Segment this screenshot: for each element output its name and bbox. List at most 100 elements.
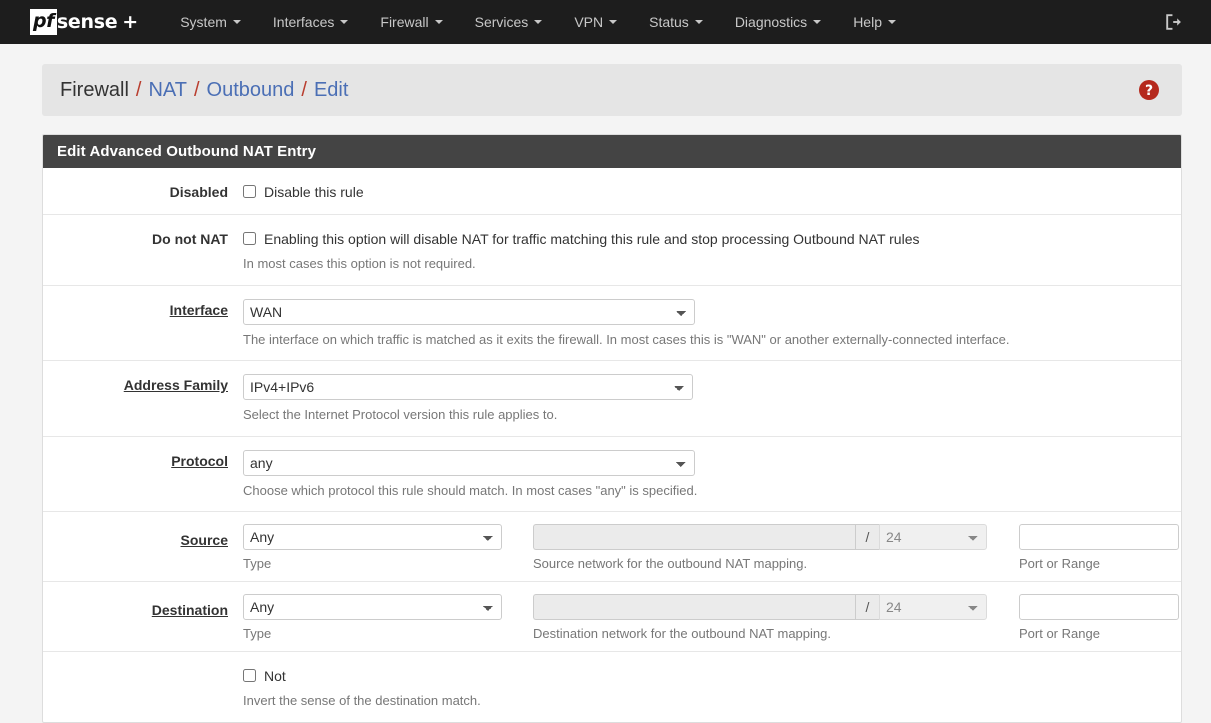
row-protocol: Protocol any Choose which protocol this … bbox=[43, 437, 1181, 513]
breadcrumb: Firewall / NAT / Outbound / Edit ? bbox=[42, 64, 1182, 116]
help-circle-icon[interactable]: ? bbox=[1138, 79, 1160, 101]
nav-item-status[interactable]: Status bbox=[633, 14, 719, 30]
control-address-family: IPv4+IPv6 Select the Internet Protocol v… bbox=[243, 374, 1181, 424]
protocol-select[interactable]: any bbox=[243, 450, 695, 476]
top-navbar: pfsense+ System Interfaces Firewall Serv… bbox=[0, 0, 1211, 44]
control-protocol: any Choose which protocol this rule shou… bbox=[243, 450, 1181, 500]
disable-rule-checkbox[interactable] bbox=[243, 185, 256, 198]
not-checkline: Not bbox=[243, 665, 1167, 686]
label-not-spacer bbox=[43, 665, 243, 710]
source-network-cell: / 24 Source network for the outbound NAT… bbox=[533, 524, 1019, 571]
source-port-cell: Port or Range bbox=[1019, 524, 1182, 571]
source-type-select[interactable]: Any bbox=[243, 524, 502, 550]
outbound-nat-edit-panel: Edit Advanced Outbound NAT Entry Disable… bbox=[42, 134, 1182, 723]
destination-port-cell: Port or Range bbox=[1019, 594, 1182, 641]
not-checkbox[interactable] bbox=[243, 669, 256, 682]
nav-item-system[interactable]: System bbox=[164, 14, 257, 30]
breadcrumb-separator: / bbox=[301, 79, 307, 102]
address-family-help: Select the Internet Protocol version thi… bbox=[243, 406, 1167, 424]
row-disabled: Disabled Disable this rule bbox=[43, 168, 1181, 215]
destination-network-cell: / 24 Destination network for the outboun… bbox=[533, 594, 1019, 641]
breadcrumb-container: Firewall / NAT / Outbound / Edit ? bbox=[0, 44, 1211, 116]
row-source: Source Any Type / 24 bbox=[43, 512, 1181, 582]
source-port-input[interactable] bbox=[1019, 524, 1179, 550]
label-destination: Destination bbox=[43, 594, 243, 641]
label-protocol: Protocol bbox=[43, 450, 243, 469]
pfsense-logo[interactable]: pfsense+ bbox=[30, 9, 138, 35]
nav-item-help[interactable]: Help bbox=[837, 14, 912, 30]
nav-item-services[interactable]: Services bbox=[459, 14, 559, 30]
source-network-group: / 24 bbox=[533, 524, 1019, 550]
nav-item-label: Services bbox=[475, 14, 529, 30]
destination-port-input[interactable] bbox=[1019, 594, 1179, 620]
destination-port-sublabel: Port or Range bbox=[1019, 626, 1182, 641]
destination-network-group: / 24 bbox=[533, 594, 1019, 620]
interface-select[interactable]: WAN bbox=[243, 299, 695, 325]
nav-item-firewall[interactable]: Firewall bbox=[364, 14, 458, 30]
panel-body: Disabled Disable this rule Do not NAT En… bbox=[43, 168, 1181, 722]
destination-type-cell: Any Type bbox=[243, 594, 533, 641]
destination-type-sublabel: Type bbox=[243, 626, 533, 641]
nav-item-vpn[interactable]: VPN bbox=[558, 14, 633, 30]
do-not-nat-checkline: Enabling this option will disable NAT fo… bbox=[243, 228, 1167, 249]
row-not: Not Invert the sense of the destination … bbox=[43, 652, 1181, 722]
nav-item-label: Diagnostics bbox=[735, 14, 807, 30]
breadcrumb-item-outbound[interactable]: Outbound bbox=[207, 79, 295, 102]
chevron-down-icon bbox=[534, 20, 542, 24]
chevron-down-icon bbox=[435, 20, 443, 24]
do-not-nat-checkbox[interactable] bbox=[243, 232, 256, 245]
sign-out-icon[interactable] bbox=[1163, 12, 1183, 32]
do-not-nat-label[interactable]: Enabling this option will disable NAT fo… bbox=[264, 231, 920, 247]
breadcrumb-separator: / bbox=[136, 79, 142, 102]
source-netmask-select[interactable]: 24 bbox=[879, 524, 987, 550]
panel-container: Edit Advanced Outbound NAT Entry Disable… bbox=[0, 116, 1211, 723]
label-disabled: Disabled bbox=[43, 181, 243, 200]
disabled-checkline: Disable this rule bbox=[243, 181, 1167, 202]
label-address-family: Address Family bbox=[43, 374, 243, 393]
disable-rule-label[interactable]: Disable this rule bbox=[264, 184, 364, 200]
breadcrumb-separator: / bbox=[194, 79, 200, 102]
protocol-help: Choose which protocol this rule should m… bbox=[243, 482, 1167, 500]
label-address-family-text[interactable]: Address Family bbox=[124, 377, 228, 393]
row-do-not-nat: Do not NAT Enabling this option will dis… bbox=[43, 215, 1181, 286]
destination-slash-separator: / bbox=[855, 594, 879, 620]
not-help: Invert the sense of the destination matc… bbox=[243, 692, 1167, 710]
label-do-not-nat: Do not NAT bbox=[43, 228, 243, 247]
nav-item-label: Status bbox=[649, 14, 689, 30]
label-source-text[interactable]: Source bbox=[181, 532, 228, 548]
label-protocol-text[interactable]: Protocol bbox=[171, 453, 228, 469]
source-slash-separator: / bbox=[855, 524, 879, 550]
chevron-down-icon bbox=[609, 20, 617, 24]
breadcrumb-item-nat[interactable]: NAT bbox=[148, 79, 187, 102]
chevron-down-icon bbox=[695, 20, 703, 24]
label-destination-text[interactable]: Destination bbox=[152, 602, 228, 618]
source-type-cell: Any Type bbox=[243, 524, 533, 571]
source-type-sublabel: Type bbox=[243, 556, 533, 571]
source-network-sublabel: Source network for the outbound NAT mapp… bbox=[533, 556, 1019, 571]
address-family-select[interactable]: IPv4+IPv6 bbox=[243, 374, 693, 400]
nav-item-label: Firewall bbox=[380, 14, 428, 30]
destination-netmask-select[interactable]: 24 bbox=[879, 594, 987, 620]
label-interface: Interface bbox=[43, 299, 243, 318]
row-address-family: Address Family IPv4+IPv6 Select the Inte… bbox=[43, 361, 1181, 437]
brand-pf-mark: pf bbox=[30, 9, 57, 35]
destination-type-select[interactable]: Any bbox=[243, 594, 502, 620]
svg-text:?: ? bbox=[1145, 83, 1153, 99]
control-not: Not Invert the sense of the destination … bbox=[243, 665, 1181, 710]
not-label[interactable]: Not bbox=[264, 668, 286, 684]
nav-item-interfaces[interactable]: Interfaces bbox=[257, 14, 364, 30]
source-network-input[interactable] bbox=[533, 524, 855, 550]
destination-network-input[interactable] bbox=[533, 594, 855, 620]
nav-item-diagnostics[interactable]: Diagnostics bbox=[719, 14, 837, 30]
brand-sense-text: sense bbox=[57, 11, 117, 33]
label-interface-text[interactable]: Interface bbox=[170, 302, 228, 318]
row-destination: Destination Any Type / 2 bbox=[43, 582, 1181, 652]
nav-item-label: Interfaces bbox=[273, 14, 334, 30]
destination-network-sublabel: Destination network for the outbound NAT… bbox=[533, 626, 1019, 641]
nav-item-label: Help bbox=[853, 14, 882, 30]
chevron-down-icon bbox=[340, 20, 348, 24]
label-source: Source bbox=[43, 524, 243, 571]
do-not-nat-help: In most cases this option is not require… bbox=[243, 255, 1167, 273]
source-port-sublabel: Port or Range bbox=[1019, 556, 1182, 571]
breadcrumb-item-edit[interactable]: Edit bbox=[314, 79, 348, 102]
